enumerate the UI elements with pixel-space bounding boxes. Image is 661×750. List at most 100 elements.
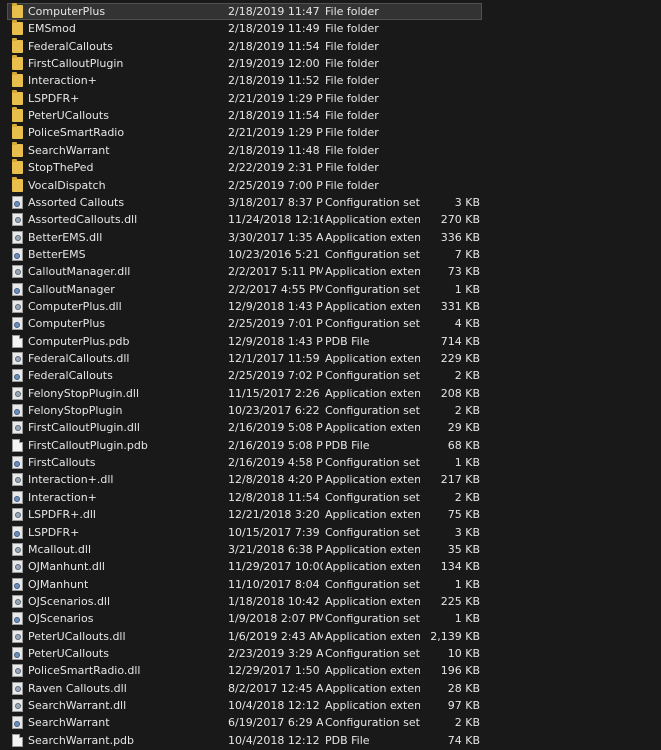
file-row[interactable]: CalloutManager.dll 2/2/2017 5:11 PM Applic… [0,263,661,280]
file-type: Application extens... [325,473,420,487]
file-name: Interaction+ [28,490,97,504]
file-row[interactable]: PeterUCallouts.dll 1/6/2019 2:43 AM Applic… [0,628,661,645]
file-date-modified: 2/22/2019 2:31 PM [228,161,323,175]
file-row[interactable]: FelonyStopPlugin.dll 11/15/2017 2:26 AMAp… [0,385,661,402]
file-row[interactable]: OJManhunt 11/10/2017 8:04 PMConfiguration… [0,576,661,593]
file-date-modified: 2/2/2017 4:55 PM [228,282,323,296]
file-type: Application extens... [325,386,420,400]
file-type: Configuration sett... [325,646,420,660]
file-size: 68 KB [447,438,480,452]
file-row[interactable]: PeterUCallouts 2/23/2019 3:29 AM Configura… [0,645,661,662]
file-row[interactable]: FirstCalloutPlugin.pdb 2/16/2019 5:08 PM P… [0,437,661,454]
file-row[interactable]: LSPDFR+ 10/15/2017 7:39 PMConfiguration s… [0,524,661,541]
file-row[interactable]: PeterUCallouts 2/18/2019 11:54 PMFile fol… [0,107,661,124]
file-row[interactable]: Interaction+.dll 12/8/2018 4:20 PM Applica… [0,471,661,488]
file-row[interactable]: SearchWarrant 2/18/2019 11:48 PMFile fold… [0,141,661,159]
file-list[interactable]: ComputerPlus 2/18/2019 11:47 PM File folde… [0,0,661,750]
file-row[interactable]: StopThePed 2/22/2019 2:31 PM File folder [0,159,661,176]
dll-file-icon [12,699,23,712]
file-name: ComputerPlus [28,317,106,331]
dll-file-icon [12,508,23,522]
file-row[interactable]: Raven Callouts.dll 8/2/2017 12:45 AM Appli… [0,680,661,697]
file-row[interactable]: VocalDispatch 2/25/2019 7:00 PM File folde… [0,176,661,194]
file-date-modified: 2/18/2019 11:54 PM [228,109,323,123]
file-name: SearchWarrant [28,143,110,157]
file-date-modified: 2/25/2019 7:01 PM [228,317,323,331]
file-row[interactable]: ComputerPlus.dll 12/9/2018 1:43 PM Applica… [0,298,661,315]
file-row[interactable]: LSPDFR+ 2/21/2019 1:29 PM File folder [0,89,661,107]
file-date-modified: 10/23/2017 6:22 PM [228,404,323,418]
file-date-modified: 11/10/2017 8:04 PM [228,577,323,591]
file-row[interactable]: SearchWarrant.dll 10/4/2018 12:12 AMAppli… [0,697,661,714]
config-file-icon [12,195,23,209]
file-date-modified: 2/19/2019 12:00 AM [228,57,323,71]
file-row[interactable]: CalloutManager 2/2/2017 4:55 PM Configurat… [0,281,661,298]
file-type: Application extens... [325,681,420,695]
dll-file-icon [12,299,23,313]
file-type: Application extens... [325,508,420,522]
file-type: Application extens... [325,560,420,574]
file-type: Configuration sett... [325,247,420,261]
file-row[interactable]: FederalCallouts.dll 12/1/2017 11:59 AMApp… [0,350,661,367]
file-size: 74 KB [447,733,480,747]
file-row[interactable]: FederalCallouts 2/25/2019 7:02 PM Configur… [0,367,661,384]
file-type: File folder [325,126,379,140]
file-date-modified: 2/18/2019 11:47 PM [228,5,323,18]
file-row[interactable]: BetterEMS.dll 3/30/2017 1:35 AM Applicatio… [0,229,661,246]
file-date-modified: 12/8/2018 11:54 AM [228,490,323,504]
file-row[interactable]: EMSmod 2/18/2019 11:49 PMFile folder [0,20,661,37]
file-name: StopThePed [28,161,94,175]
file-row[interactable]: PoliceSmartRadio.dll 12/29/2017 1:50 PMAp… [0,662,661,679]
file-row[interactable]: ComputerPlus.pdb 12/9/2018 1:43 PM PDB Fil… [0,333,661,350]
config-file-icon [12,404,23,418]
file-date-modified: 2/18/2019 11:52 PM [228,74,323,88]
file-size: 2 KB [454,490,480,504]
file-row[interactable]: Assorted Callouts 3/18/2017 8:37 PM Config… [0,194,661,211]
config-file-icon [12,456,23,470]
file-row[interactable]: OJScenarios 1/9/2018 2:07 PM Configuration… [0,610,661,627]
folder-icon [12,20,23,36]
file-row[interactable]: ComputerPlus 2/18/2019 11:47 PMFile folde… [0,3,661,20]
file-name: OJScenarios [28,612,94,626]
file-row[interactable]: PoliceSmartRadio 2/21/2019 1:29 PM File fo… [0,124,661,141]
file-type: Application extens... [325,699,420,712]
file-date-modified: 3/21/2018 6:38 PM [228,542,323,556]
file-row[interactable]: SearchWarrant 6/19/2017 6:29 AM Configurat… [0,714,661,731]
file-type: Configuration sett... [325,490,420,504]
file-row[interactable]: LSPDFR+.dll 12/21/2018 3:20 PMApplication… [0,506,661,523]
file-row[interactable]: OJScenarios.dll 1/18/2018 10:42 PMApplica… [0,593,661,610]
file-size: 229 KB [440,352,480,365]
dll-file-icon [12,681,23,695]
file-name: LSPDFR+ [28,91,80,105]
file-size: 1 KB [454,456,480,470]
file-row[interactable]: FirstCalloutPlugin.dll 2/16/2019 5:08 PM A… [0,419,661,436]
file-size: 217 KB [440,473,480,487]
file-row[interactable]: FirstCalloutPlugin 2/19/2019 12:00 AMFile… [0,55,661,72]
file-type: Configuration sett... [325,577,420,591]
config-file-icon [12,525,23,539]
file-row[interactable]: OJManhunt.dll 11/29/2017 10:00 ...Applica… [0,558,661,575]
file-size: 35 KB [447,542,480,556]
file-row[interactable]: Interaction+ 12/8/2018 11:54 AMConfigurat… [0,489,661,506]
file-date-modified: 11/29/2017 10:00 ... [228,560,323,574]
dll-file-icon [12,352,23,365]
file-name: BetterEMS [28,247,86,261]
file-row[interactable]: FelonyStopPlugin 10/23/2017 6:22 PMConfig… [0,402,661,419]
file-row[interactable]: FirstCallouts 2/16/2019 4:58 PM Configurat… [0,454,661,471]
file-row[interactable]: FederalCallouts 2/18/2019 11:54 PMFile fo… [0,37,661,55]
folder-icon [12,159,23,175]
file-row[interactable]: Mcallout.dll 3/21/2018 6:38 PM Application… [0,541,661,558]
file-date-modified: 12/21/2018 3:20 PM [228,508,323,522]
file-row[interactable]: ComputerPlus 2/25/2019 7:01 PM Configurati… [0,315,661,332]
file-name: LSPDFR+.dll [28,508,96,522]
folder-icon [12,89,23,105]
file-type: File folder [325,74,379,88]
file-type: Configuration sett... [325,404,420,418]
file-size: 2 KB [454,716,480,730]
file-row[interactable]: Interaction+ 2/18/2019 11:52 PMFile folde… [0,72,661,89]
file-row[interactable]: BetterEMS 10/23/2016 5:21 PMConfiguration… [0,246,661,263]
file-row[interactable]: AssortedCallouts.dll 11/24/2018 12:16 ...… [0,211,661,228]
file-type: Application extens... [325,542,420,556]
file-name: CalloutManager.dll [28,265,131,279]
file-row[interactable]: SearchWarrant.pdb 10/4/2018 12:12 AMPDB F… [0,732,661,749]
